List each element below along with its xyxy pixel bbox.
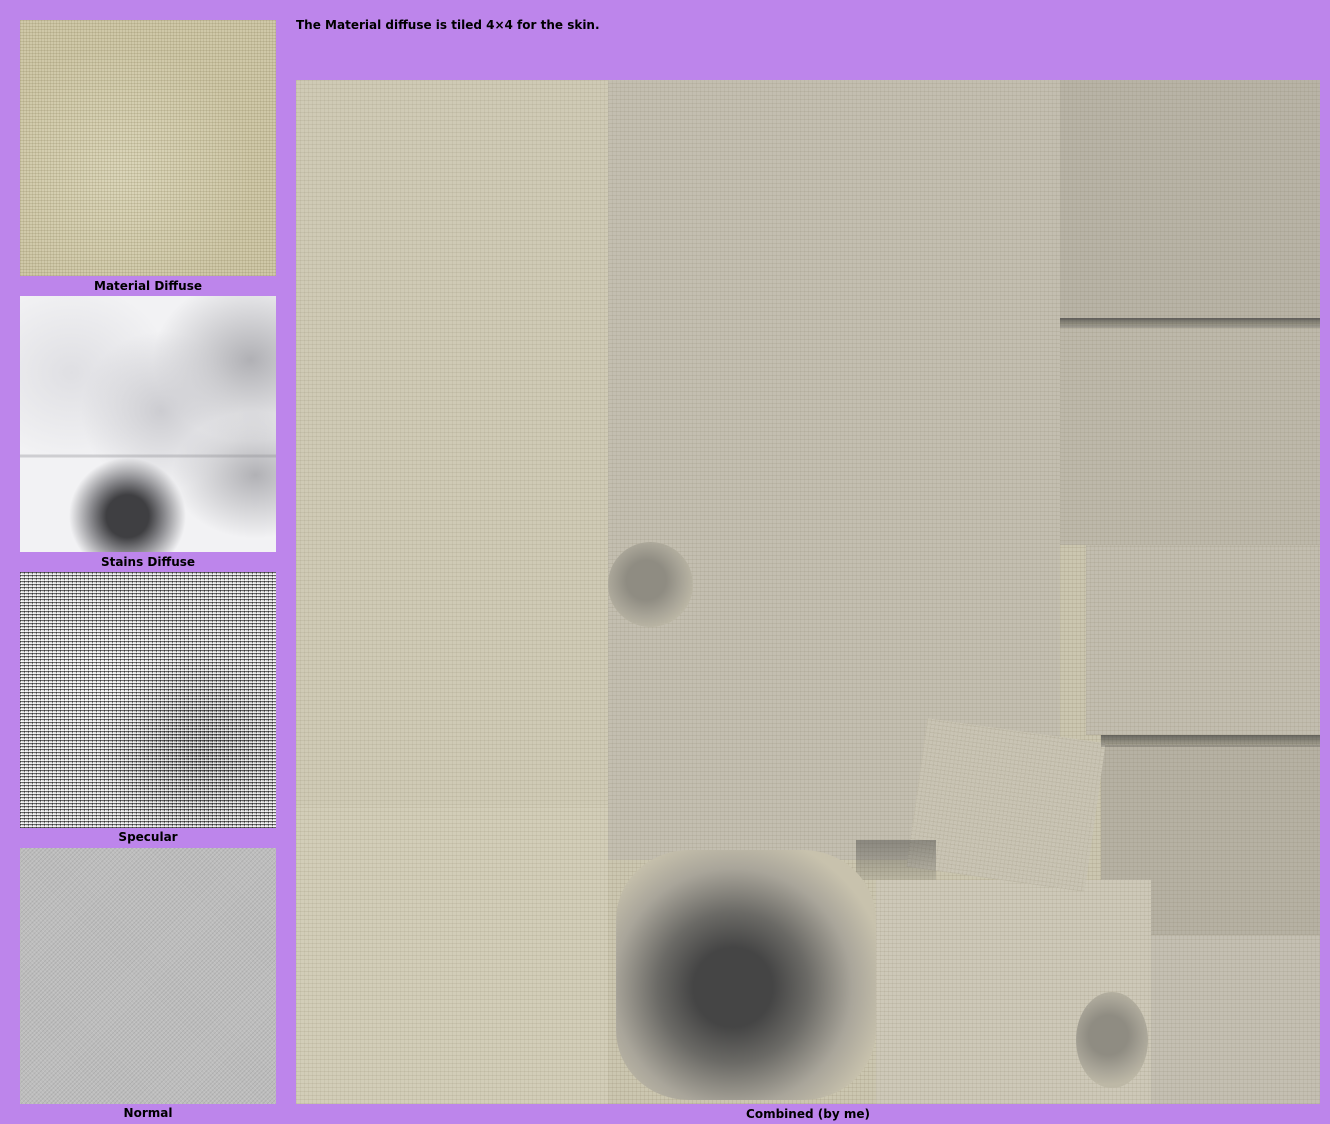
- patch-left-top: [296, 80, 608, 805]
- patch-left-bottom: [296, 805, 608, 1104]
- skull-stain-2: [1076, 992, 1148, 1088]
- material-diffuse-label: Material Diffuse: [94, 279, 202, 293]
- combined-texture: [296, 80, 1320, 1104]
- dark-stain: [616, 850, 876, 1100]
- patch-right-2: [1060, 325, 1320, 545]
- fold-shadow-1: [1060, 318, 1320, 328]
- material-diffuse-texture: [20, 20, 276, 276]
- patch-tilted: [906, 718, 1106, 892]
- stains-diffuse-texture: [20, 296, 276, 552]
- description-text: The Material diffuse is tiled 4×4 for th…: [296, 18, 600, 32]
- fold-shadow-2: [1101, 735, 1320, 747]
- specular-label: Specular: [118, 830, 178, 844]
- patch-right-3: [1086, 545, 1320, 735]
- skull-stain-1: [608, 542, 693, 627]
- fold-shadow-3: [856, 840, 936, 880]
- normal-label: Normal: [123, 1106, 173, 1120]
- patch-right-1: [1060, 80, 1320, 320]
- stains-diffuse-label: Stains Diffuse: [100, 555, 196, 569]
- normal-texture: [20, 848, 276, 1104]
- patch-right-5: [1151, 935, 1320, 1104]
- specular-texture: [20, 572, 276, 828]
- combined-label: Combined (by me): [746, 1107, 870, 1121]
